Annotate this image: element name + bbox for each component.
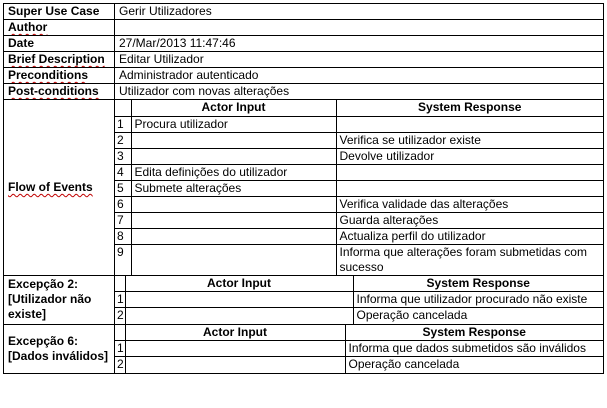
flow-header-system: System Response bbox=[335, 100, 603, 117]
flow-actor-cell bbox=[130, 195, 337, 213]
flow-actor-cell bbox=[130, 243, 337, 275]
flow-system-cell bbox=[335, 163, 603, 181]
exception-6-cell: Actor Input System Response 1 Informa que… bbox=[114, 323, 604, 374]
exc6-row: 1 Informa que dados submetidos são inváli… bbox=[115, 340, 603, 357]
exc6-header-system: System Response bbox=[344, 325, 603, 341]
exception-6-label: Excepção 6: [Dados inválidos] bbox=[3, 323, 115, 374]
exc2-header-num bbox=[115, 276, 126, 292]
exc6-row: 2 Operação cancelada bbox=[115, 356, 603, 372]
author-label-text: Author bbox=[8, 20, 48, 35]
use-case-table: Super Use Case Gerir Utilizadores Author… bbox=[3, 3, 604, 374]
brief-description-label: Brief Description bbox=[3, 51, 115, 68]
flow-row: 8 Actualiza perfil do utilizador bbox=[115, 227, 603, 245]
preconditions-label: Preconditions bbox=[3, 67, 115, 84]
flow-num-cell: 2 bbox=[115, 131, 132, 149]
exc2-system-cell: Informa que utilizador procurado não exi… bbox=[352, 291, 603, 308]
exc2-header-system: System Response bbox=[352, 276, 603, 292]
exc6-num-cell: 2 bbox=[115, 356, 126, 372]
exception-2-table: Actor Input System Response 1 Informa que… bbox=[115, 276, 603, 323]
flow-num-cell: 3 bbox=[115, 147, 132, 165]
exc2-actor-cell bbox=[124, 291, 354, 308]
postconditions-value: Utilizador com novas alterações bbox=[114, 83, 604, 100]
flow-system-cell: Verifica validade das alterações bbox=[335, 195, 603, 213]
author-value bbox=[114, 19, 604, 36]
exc6-actor-cell bbox=[124, 340, 346, 357]
flow-system-cell: Actualiza perfil do utilizador bbox=[335, 227, 603, 245]
flow-row: 6 Verifica validade das alterações bbox=[115, 195, 603, 213]
preconditions-value: Administrador autenticado bbox=[114, 67, 604, 84]
author-label: Author bbox=[3, 19, 115, 36]
exc2-header-actor: Actor Input bbox=[124, 276, 354, 292]
exc6-system-cell: Operação cancelada bbox=[344, 356, 603, 372]
flow-row: 3 Devolve utilizador bbox=[115, 147, 603, 165]
super-use-case-value: Gerir Utilizadores bbox=[114, 3, 604, 20]
brief-description-label-text: Brief Description bbox=[8, 52, 105, 67]
flow-num-cell: 4 bbox=[115, 163, 132, 181]
flow-actor-cell: Edita definições do utilizador bbox=[130, 163, 337, 181]
flow-of-events-label: Flow of Events bbox=[3, 99, 115, 276]
flow-row: 7 Guarda alterações bbox=[115, 211, 603, 229]
exception-2-label: Excepção 2: [Utilizador não existe] bbox=[3, 274, 115, 325]
exc2-actor-cell bbox=[124, 307, 354, 323]
flow-system-cell bbox=[335, 179, 603, 197]
date-label: Date bbox=[3, 35, 115, 52]
flow-actor-cell bbox=[130, 211, 337, 229]
exc2-num-cell: 2 bbox=[115, 307, 126, 323]
postconditions-label: Post-conditions bbox=[3, 83, 115, 100]
flow-row: 4 Edita definições do utilizador bbox=[115, 163, 603, 181]
flow-system-cell: Verifica se utilizador existe bbox=[335, 131, 603, 149]
flow-header-num bbox=[115, 100, 132, 117]
flow-row: 1 Procura utilizador bbox=[115, 115, 603, 133]
flow-of-events-label-text: Flow of Events bbox=[8, 179, 93, 194]
flow-of-events-cell: Actor Input System Response 1 Procura uti… bbox=[114, 99, 604, 276]
flow-system-cell: Devolve utilizador bbox=[335, 147, 603, 165]
exc2-system-cell: Operação cancelada bbox=[352, 307, 603, 323]
brief-description-value: Editar Utilizador bbox=[114, 51, 604, 68]
flow-num-cell: 6 bbox=[115, 195, 132, 213]
super-use-case-label: Super Use Case bbox=[3, 3, 115, 20]
flow-actor-cell: Submete alterações bbox=[130, 179, 337, 197]
flow-table: Actor Input System Response 1 Procura uti… bbox=[115, 100, 603, 275]
exc2-num-cell: 1 bbox=[115, 291, 126, 308]
flow-actor-cell bbox=[130, 227, 337, 245]
preconditions-label-text: Preconditions bbox=[8, 68, 89, 83]
exc2-row: 1 Informa que utilizador procurado não ex… bbox=[115, 291, 603, 308]
flow-row: 5 Submete alterações bbox=[115, 179, 603, 197]
flow-actor-cell bbox=[130, 147, 337, 165]
postconditions-label-text: Post-conditions bbox=[8, 84, 99, 99]
flow-row: 2 Verifica se utilizador existe bbox=[115, 131, 603, 149]
flow-num-cell: 1 bbox=[115, 115, 132, 133]
exception-6-table: Actor Input System Response 1 Informa que… bbox=[115, 325, 603, 372]
exception-2-cell: Actor Input System Response 1 Informa que… bbox=[114, 274, 604, 325]
exc6-actor-cell bbox=[124, 356, 346, 372]
flow-system-cell bbox=[335, 115, 603, 133]
flow-num-cell: 5 bbox=[115, 179, 132, 197]
flow-system-cell: Guarda alterações bbox=[335, 211, 603, 229]
exc2-row: 2 Operação cancelada bbox=[115, 307, 603, 323]
exc6-num-cell: 1 bbox=[115, 340, 126, 357]
flow-num-cell: 7 bbox=[115, 211, 132, 229]
flow-num-cell: 9 bbox=[115, 243, 132, 275]
flow-system-cell: Informa que alterações foram submetidas … bbox=[335, 243, 603, 275]
exc6-header-actor: Actor Input bbox=[124, 325, 346, 341]
flow-header-actor: Actor Input bbox=[130, 100, 337, 117]
exc6-system-cell: Informa que dados submetidos são inválid… bbox=[344, 340, 603, 357]
date-value: 27/Mar/2013 11:47:46 bbox=[114, 35, 604, 52]
exc6-header-num bbox=[115, 325, 126, 341]
flow-actor-cell: Procura utilizador bbox=[130, 115, 337, 133]
flow-row: 9 Informa que alterações foram submetidas… bbox=[115, 243, 603, 275]
flow-actor-cell bbox=[130, 131, 337, 149]
flow-num-cell: 8 bbox=[115, 227, 132, 245]
